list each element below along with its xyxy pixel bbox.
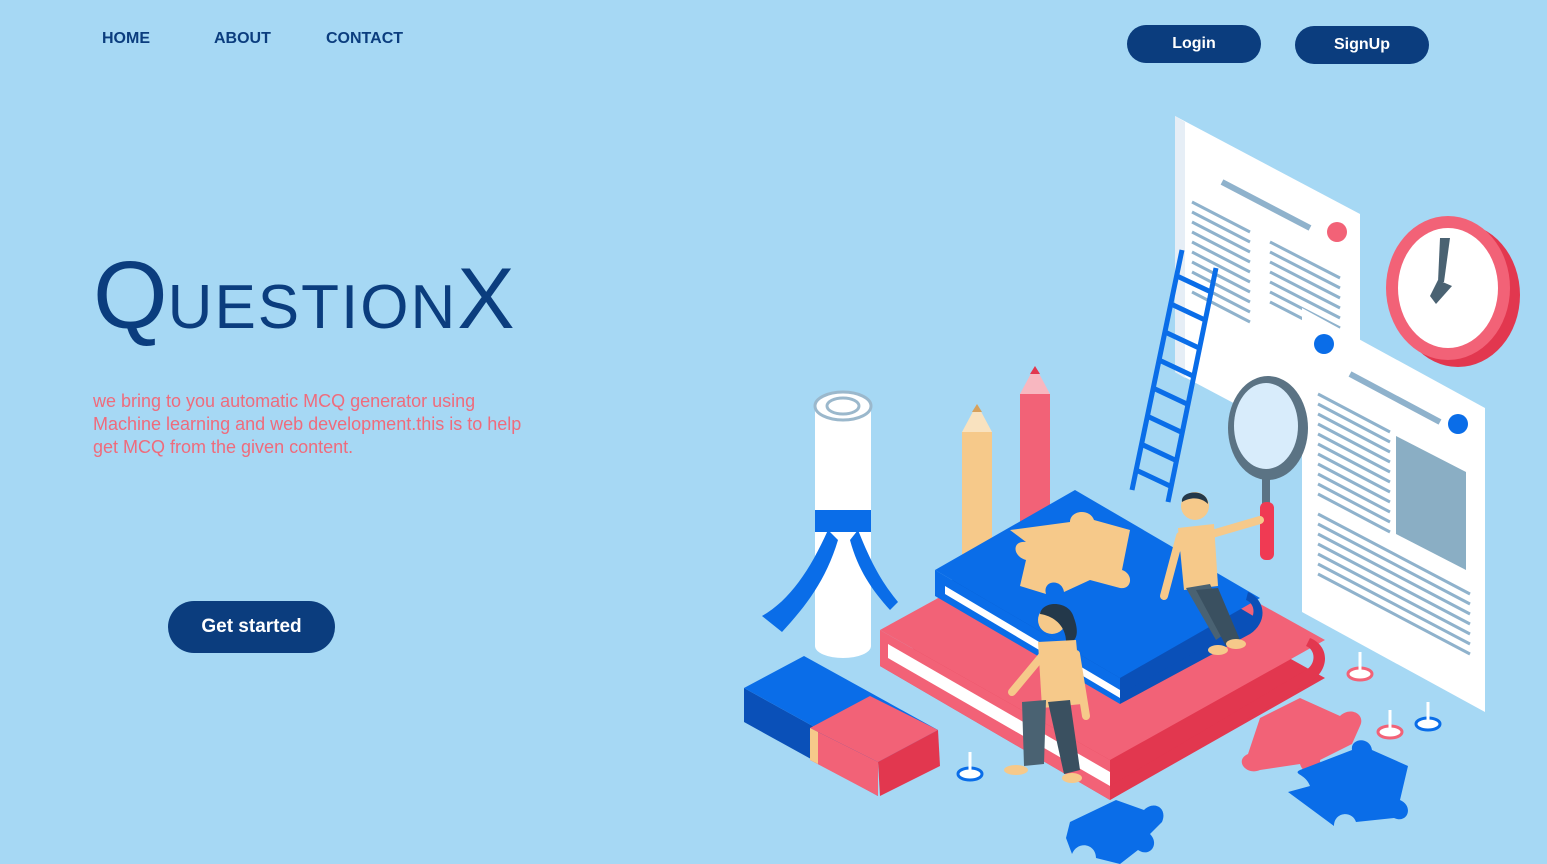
landing-page: HOME ABOUT CONTACT Login SignUp QUESTION… [0, 0, 1547, 864]
brand-letter-x: X [457, 251, 515, 347]
magnifier-icon [1228, 376, 1308, 560]
document-sheet-front-icon [1302, 308, 1485, 712]
puzzle-piece-blue-small-icon [1066, 800, 1164, 864]
push-pin-icon [956, 752, 984, 782]
nav-link-home[interactable]: HOME [102, 30, 150, 48]
diploma-icon [762, 390, 898, 658]
brand-letter-q: Q [93, 242, 168, 349]
login-button[interactable]: Login [1127, 25, 1261, 63]
nav-link-contact[interactable]: CONTACT [326, 30, 403, 48]
brand-letters-uestion: UESTION [167, 273, 458, 342]
education-illustration [744, 116, 1520, 864]
push-pin-icon [1414, 702, 1442, 732]
brand-title: QUESTIONX [93, 248, 515, 344]
nav-link-about[interactable]: ABOUT [214, 30, 271, 48]
hero-tagline: we bring to you automatic MCQ generator … [93, 391, 522, 457]
signup-button[interactable]: SignUp [1295, 26, 1429, 64]
get-started-button[interactable]: Get started [168, 601, 335, 653]
push-pin-icon [1346, 652, 1374, 682]
clock-icon [1386, 216, 1520, 367]
push-pin-icon [1376, 710, 1404, 740]
